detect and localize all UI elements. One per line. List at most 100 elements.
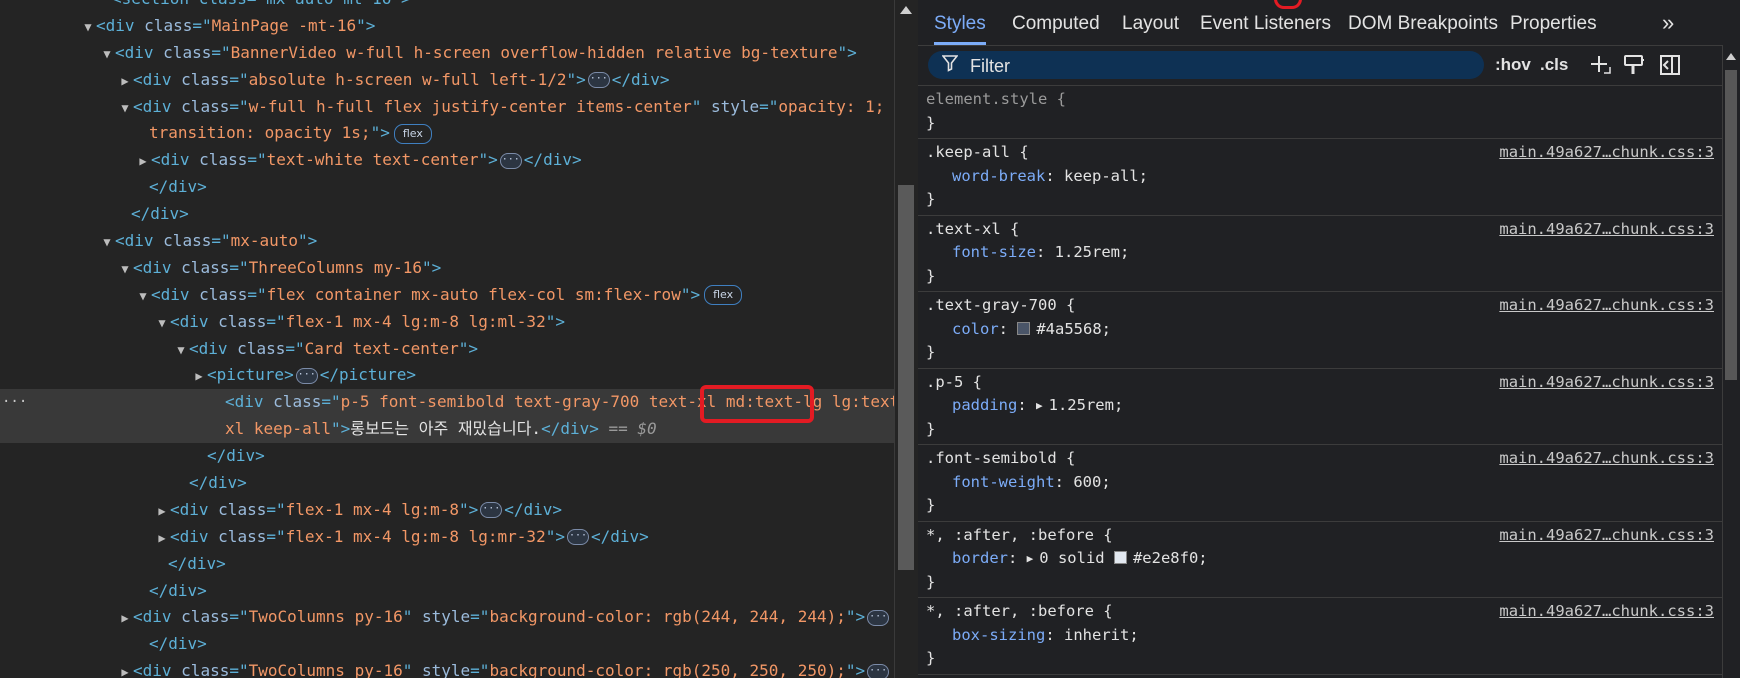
- dom-node-row[interactable]: </div>: [0, 578, 894, 605]
- expand-triangle-icon[interactable]: ▶: [117, 659, 133, 678]
- css-property-name[interactable]: font-size: [926, 243, 1036, 261]
- css-property-value[interactable]: 0 solid: [1039, 549, 1104, 567]
- more-tabs-icon[interactable]: »: [1662, 0, 1674, 45]
- rule-source-link[interactable]: main.49a627…chunk.css:3: [1499, 524, 1714, 548]
- css-property-value[interactable]: inherit;: [1064, 626, 1139, 644]
- dom-node-row[interactable]: ▼ <div class="MainPage -mt-16">: [0, 13, 894, 40]
- expand-children-button[interactable]: ···: [867, 609, 890, 626]
- expand-children-button[interactable]: ···: [566, 529, 589, 546]
- rule-selector[interactable]: .p-5 {: [926, 373, 982, 391]
- dom-node-row[interactable]: ▼ <div class="flex-1 mx-4 lg:m-8 lg:ml-32…: [0, 309, 894, 336]
- elements-scrollbar[interactable]: [894, 0, 918, 678]
- scroll-up-arrow-icon[interactable]: [1726, 53, 1736, 60]
- css-property-value[interactable]: #e2e8f0;: [1133, 549, 1208, 567]
- rule-selector[interactable]: *, :after, :before {: [926, 602, 1113, 620]
- rule-source-link[interactable]: main.49a627…chunk.css:3: [1499, 371, 1714, 395]
- scroll-up-arrow-icon[interactable]: [900, 6, 912, 14]
- expand-triangle-icon[interactable]: ▶: [154, 498, 170, 525]
- dom-node-row[interactable]: </div>: [0, 631, 894, 658]
- collapse-triangle-icon[interactable]: ▼: [117, 95, 133, 122]
- hov-toggle[interactable]: :hov: [1495, 55, 1531, 75]
- css-declaration[interactable]: color: #4a5568;: [926, 318, 1722, 342]
- dom-node-row[interactable]: </div>: [0, 470, 894, 497]
- flex-badge[interactable]: flex: [704, 285, 743, 306]
- dom-node-row[interactable]: ▼ <div class="Card text-center">: [0, 336, 894, 363]
- dom-node-row[interactable]: ▶ <div class="flex-1 mx-4 lg:m-8"> ··· </di…: [0, 497, 894, 524]
- expand-children-button[interactable]: ···: [587, 72, 610, 89]
- dom-node-row[interactable]: <section class="mx-auto mt-16">: [0, 0, 894, 13]
- scrollbar-thumb[interactable]: [898, 185, 914, 570]
- new-style-rule-icon[interactable]: [1588, 53, 1612, 77]
- css-property-name[interactable]: word-break: [926, 167, 1045, 185]
- dom-node-row[interactable]: </div>: [0, 551, 894, 578]
- css-property-value[interactable]: 1.25rem;: [1055, 243, 1130, 261]
- tab-computed[interactable]: Computed: [1012, 0, 1100, 45]
- dom-node-row[interactable]: ▶ <div class="text-white text-center"> ···…: [0, 147, 894, 174]
- rule-source-link[interactable]: main.49a627…chunk.css:3: [1499, 600, 1714, 624]
- collapse-triangle-icon[interactable]: ▼: [117, 256, 133, 283]
- dom-node-row[interactable]: ▶ <div class="TwoColumns py-16" style="ba…: [0, 658, 894, 678]
- collapse-triangle-icon[interactable]: ▼: [154, 310, 170, 337]
- css-property-value[interactable]: #4a5568;: [1036, 320, 1111, 338]
- rule-selector[interactable]: .keep-all {: [926, 143, 1029, 161]
- expand-shorthand-icon[interactable]: ▶: [1036, 394, 1043, 418]
- tab-properties[interactable]: Properties: [1510, 0, 1597, 45]
- css-property-name[interactable]: border: [926, 549, 1008, 567]
- expand-triangle-icon[interactable]: ▶: [117, 605, 133, 632]
- css-declaration[interactable]: padding: ▶ 1.25rem;: [926, 394, 1722, 418]
- expand-triangle-icon[interactable]: ▶: [154, 525, 170, 552]
- dom-node-row[interactable]: ▼ <div class="ThreeColumns my-16">: [0, 255, 894, 282]
- dom-node-row[interactable]: </div>: [0, 174, 894, 201]
- css-property-name[interactable]: font-weight: [926, 473, 1055, 491]
- expand-children-button[interactable]: ···: [499, 152, 522, 169]
- css-declaration[interactable]: font-weight: 600;: [926, 471, 1722, 495]
- css-property-value[interactable]: 1.25rem;: [1049, 396, 1124, 414]
- dom-node-row[interactable]: ▶ <div class="TwoColumns py-16" style="ba…: [0, 604, 894, 631]
- dom-node-row[interactable]: ▼ <div class="BannerVideo w-full h-screen…: [0, 40, 894, 67]
- styles-scrollbar[interactable]: [1722, 45, 1740, 678]
- tab-layout[interactable]: Layout: [1122, 0, 1179, 45]
- css-declaration[interactable]: word-break: keep-all;: [926, 165, 1722, 189]
- rule-selector[interactable]: .text-xl {: [926, 220, 1019, 238]
- expand-children-button[interactable]: ···: [480, 502, 503, 519]
- expand-triangle-icon[interactable]: ▶: [117, 68, 133, 95]
- expand-children-button[interactable]: ···: [867, 663, 890, 678]
- css-declaration[interactable]: font-size: 1.25rem;: [926, 241, 1722, 265]
- dom-node-row[interactable]: ▼ <div class="flex container mx-auto flex…: [0, 282, 894, 309]
- dom-node-row[interactable]: ▶ <div class="absolute h-screen w-full le…: [0, 67, 894, 94]
- css-property-name[interactable]: box-sizing: [926, 626, 1045, 644]
- filter-box[interactable]: [928, 51, 1484, 79]
- collapse-triangle-icon[interactable]: ▼: [99, 41, 115, 68]
- cls-toggle[interactable]: .cls: [1540, 55, 1568, 75]
- color-swatch[interactable]: [1017, 321, 1031, 335]
- expand-shorthand-icon[interactable]: ▶: [1027, 547, 1034, 571]
- dom-node-row[interactable]: ▼ <div class="w-full h-full flex justify-…: [0, 94, 894, 121]
- tab-styles[interactable]: Styles: [934, 0, 986, 45]
- scrollbar-thumb[interactable]: [1725, 70, 1737, 380]
- filter-input[interactable]: [968, 54, 1472, 78]
- color-swatch[interactable]: [1113, 551, 1127, 564]
- expand-triangle-icon[interactable]: ▶: [191, 363, 207, 390]
- rule-selector[interactable]: element.style {: [926, 90, 1066, 108]
- css-property-value[interactable]: 600;: [1073, 473, 1110, 491]
- rule-source-link[interactable]: main.49a627…chunk.css:3: [1499, 141, 1714, 165]
- collapse-triangle-icon[interactable]: ▼: [80, 14, 96, 41]
- flex-badge[interactable]: flex: [393, 123, 432, 144]
- tab-event-listeners[interactable]: Event Listeners: [1200, 0, 1331, 45]
- css-declaration[interactable]: box-sizing: inherit;: [926, 624, 1722, 648]
- rule-selector[interactable]: *, :after, :before {: [926, 526, 1113, 544]
- rule-selector[interactable]: .font-semibold {: [926, 449, 1075, 467]
- toggle-sidebar-icon[interactable]: [1658, 53, 1682, 77]
- collapse-triangle-icon[interactable]: ▼: [135, 283, 151, 310]
- dom-node-row[interactable]: ▼ <div class="mx-auto">: [0, 228, 894, 255]
- paint-brush-icon[interactable]: [1622, 53, 1646, 77]
- dom-node-row[interactable]: ▶ <div class="flex-1 mx-4 lg:m-8 lg:mr-32…: [0, 524, 894, 551]
- rule-source-link[interactable]: main.49a627…chunk.css:3: [1499, 218, 1714, 242]
- expand-children-button[interactable]: ···: [295, 367, 318, 384]
- dom-node-row[interactable]: transition: opacity 1s;"> flex: [0, 120, 894, 147]
- rule-selector[interactable]: .text-gray-700 {: [926, 296, 1075, 314]
- rule-source-link[interactable]: main.49a627…chunk.css:3: [1499, 447, 1714, 471]
- dom-node-row[interactable]: </div>: [0, 443, 894, 470]
- css-property-name[interactable]: color: [926, 320, 999, 338]
- rule-source-link[interactable]: main.49a627…chunk.css:3: [1499, 294, 1714, 318]
